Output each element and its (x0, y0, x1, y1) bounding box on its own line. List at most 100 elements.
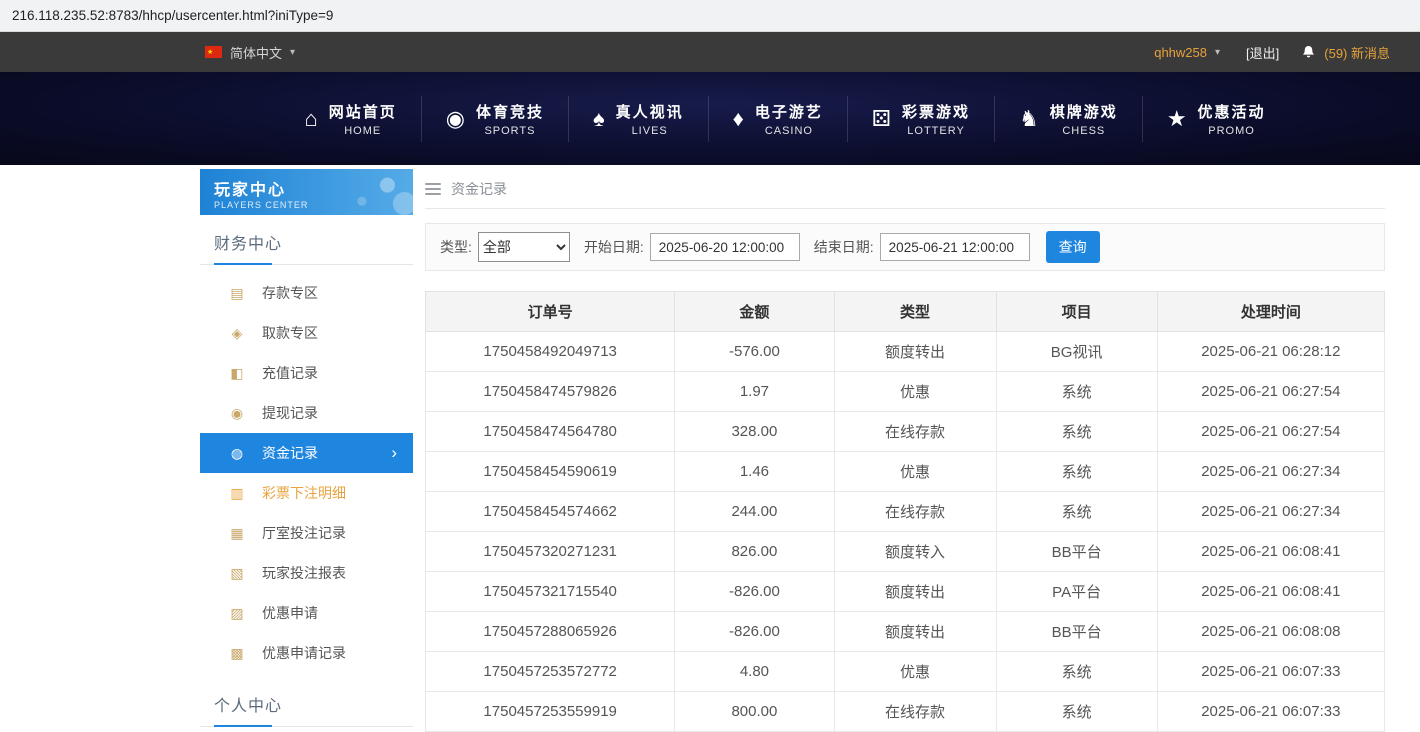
nav-item-lottery[interactable]: ⚄ 彩票游戏 LOTTERY (848, 96, 995, 142)
cell-amount: 244.00 (675, 492, 834, 532)
sidebar-item-label: 存款专区 (262, 283, 318, 303)
sidebar-item-label: 充值记录 (262, 363, 318, 383)
nav-item-promo[interactable]: ★ 优惠活动 PROMO (1143, 96, 1290, 142)
sidebar-subtitle: PLAYERS CENTER (214, 200, 413, 210)
china-flag-icon: ★ (205, 46, 222, 58)
new-messages-link[interactable]: (59) 新消息 (1324, 43, 1390, 62)
cell-project: 系统 (996, 692, 1157, 732)
sports-icon: ◉ (446, 108, 465, 130)
column-header: 类型 (834, 292, 996, 332)
records-tbody: 1750458492049713 -576.00 额度转出 BG视讯 2025-… (426, 332, 1385, 732)
account-topbar: ★ 简体中文 ▾ qhhw258 ▾ [退出] (59) 新消息 (0, 32, 1420, 72)
cell-project: 系统 (996, 372, 1157, 412)
logout-link[interactable]: [退出] (1246, 43, 1279, 62)
funds-record-table: 订单号金额类型项目处理时间 1750458492049713 -576.00 额… (425, 291, 1385, 732)
cell-type: 在线存款 (834, 412, 996, 452)
deposit-icon: ▤ (228, 286, 246, 300)
sidebar-item[interactable]: ▨ 优惠申请 (200, 593, 413, 633)
records-thead-row: 订单号金额类型项目处理时间 (426, 292, 1385, 332)
sidebar-item-label: 资金记录 (262, 443, 318, 463)
cell-time: 2025-06-21 06:27:34 (1157, 492, 1384, 532)
sidebar-item[interactable]: ◈ 取款专区 (200, 313, 413, 353)
breadcrumb: 资金记录 (425, 169, 1385, 209)
url-text[interactable]: 216.118.235.52:8783/hhcp/usercenter.html… (12, 8, 333, 23)
table-row: 1750458474564780 328.00 在线存款 系统 2025-06-… (426, 412, 1385, 452)
sidebar-item[interactable]: ◧ 充值记录 (200, 353, 413, 393)
chevron-down-icon[interactable]: ▾ (1215, 47, 1220, 58)
type-label: 类型: (440, 237, 472, 257)
chevron-right-icon: › (391, 443, 397, 463)
hall-bets-icon: ▦ (228, 526, 246, 540)
end-date-input[interactable] (880, 233, 1030, 261)
funds-log-icon: ◍ (228, 446, 246, 460)
bell-icon[interactable] (1301, 45, 1316, 60)
column-header: 处理时间 (1157, 292, 1384, 332)
nav-item-subtitle: LIVES (632, 125, 668, 137)
nav-item-chess[interactable]: ♞ 棋牌游戏 CHESS (995, 96, 1143, 142)
sidebar-section: 财务中心 ▤ 存款专区 ◈ 取款专区 ◧ 充值记录 ◉ 提现记录 ◍ 资金记录 … (200, 215, 413, 677)
cell-project: 系统 (996, 492, 1157, 532)
nav-item-casino[interactable]: ♦ 电子游艺 CASINO (709, 96, 848, 142)
lottery-icon: ⚄ (872, 108, 891, 130)
sidebar-item[interactable]: ▧ 玩家投注报表 (200, 553, 413, 593)
lives-icon: ♠ (593, 108, 605, 130)
table-row: 1750457320271231 826.00 额度转入 BB平台 2025-0… (426, 532, 1385, 572)
nav-item-title: 彩票游戏 (902, 101, 970, 122)
nav-item-home[interactable]: ⌂ 网站首页 HOME (280, 96, 421, 142)
search-button[interactable]: 查询 (1046, 231, 1100, 263)
promo-apply-icon: ▨ (228, 606, 246, 620)
sidebar-item[interactable]: ◉ 提现记录 (200, 393, 413, 433)
sidebar-sections: 财务中心 ▤ 存款专区 ◈ 取款专区 ◧ 充值记录 ◉ 提现记录 ◍ 资金记录 … (200, 215, 413, 732)
sidebar-section: 个人中心 ◈ (200, 677, 413, 732)
nav-item-lives[interactable]: ♠ 真人视讯 LIVES (569, 96, 709, 142)
table-row: 1750458474579826 1.97 优惠 系统 2025-06-21 0… (426, 372, 1385, 412)
table-row: 1750458492049713 -576.00 额度转出 BG视讯 2025-… (426, 332, 1385, 372)
sidebar-item[interactable]: ▥ 彩票下注明细 (200, 473, 413, 513)
type-select[interactable]: 全部 (478, 232, 570, 262)
nav-item-sports[interactable]: ◉ 体育竞技 SPORTS (422, 96, 569, 142)
cell-project: BB平台 (996, 612, 1157, 652)
cell-amount: 1.46 (675, 452, 834, 492)
player-center-sidebar: 玩家中心 PLAYERS CENTER 财务中心 ▤ 存款专区 ◈ 取款专区 ◧… (200, 169, 413, 732)
sidebar-item[interactable]: ▦ 厅室投注记录 (200, 513, 413, 553)
cell-amount: 1.97 (675, 372, 834, 412)
cell-order-no: 1750458454574662 (426, 492, 675, 532)
cell-type: 额度转入 (834, 532, 996, 572)
cell-time: 2025-06-21 06:08:41 (1157, 572, 1384, 612)
sidebar-item[interactable]: ▩ 优惠申请记录 (200, 633, 413, 673)
nav-item-title: 网站首页 (329, 101, 397, 122)
sidebar-title: 玩家中心 (214, 176, 413, 200)
nav-item-subtitle: CHESS (1062, 125, 1105, 137)
sidebar-section-title: 财务中心 (200, 215, 413, 265)
sidebar-item[interactable]: ◍ 资金记录 › (200, 433, 413, 473)
cell-type: 额度转出 (834, 332, 996, 372)
cell-amount: 800.00 (675, 692, 834, 732)
nav-item-title: 真人视讯 (616, 101, 684, 122)
nav-item-subtitle: LOTTERY (907, 125, 965, 137)
cell-project: BG视讯 (996, 332, 1157, 372)
chevron-down-icon: ▾ (290, 47, 295, 58)
nav-item-subtitle: PROMO (1208, 125, 1255, 137)
cell-project: 系统 (996, 652, 1157, 692)
table-row: 1750457288065926 -826.00 额度转出 BB平台 2025-… (426, 612, 1385, 652)
username-link[interactable]: qhhw258 (1154, 45, 1207, 60)
cell-type: 在线存款 (834, 692, 996, 732)
start-date-input[interactable] (650, 233, 800, 261)
sidebar-item[interactable]: ▤ 存款专区 (200, 273, 413, 313)
nav-item-subtitle: SPORTS (484, 125, 535, 137)
filter-bar: 类型: 全部 开始日期: 结束日期: 查询 (425, 223, 1385, 271)
sidebar-item-label: 提现记录 (262, 403, 318, 423)
table-row: 1750457253559919 800.00 在线存款 系统 2025-06-… (426, 692, 1385, 732)
nav-item-title: 优惠活动 (1198, 101, 1266, 122)
cell-amount: 328.00 (675, 412, 834, 452)
cell-order-no: 1750457320271231 (426, 532, 675, 572)
cell-time: 2025-06-21 06:07:33 (1157, 692, 1384, 732)
breadcrumb-label: 资金记录 (451, 179, 507, 199)
funds-record-panel: 资金记录 类型: 全部 开始日期: 结束日期: 查询 订单号金额类型项目处理时间… (425, 169, 1385, 732)
recharge-log-icon: ◧ (228, 366, 246, 380)
cell-order-no: 1750458492049713 (426, 332, 675, 372)
cell-time: 2025-06-21 06:27:54 (1157, 412, 1384, 452)
cell-time: 2025-06-21 06:08:08 (1157, 612, 1384, 652)
column-header: 项目 (996, 292, 1157, 332)
language-switcher[interactable]: ★ 简体中文 ▾ (205, 43, 295, 62)
